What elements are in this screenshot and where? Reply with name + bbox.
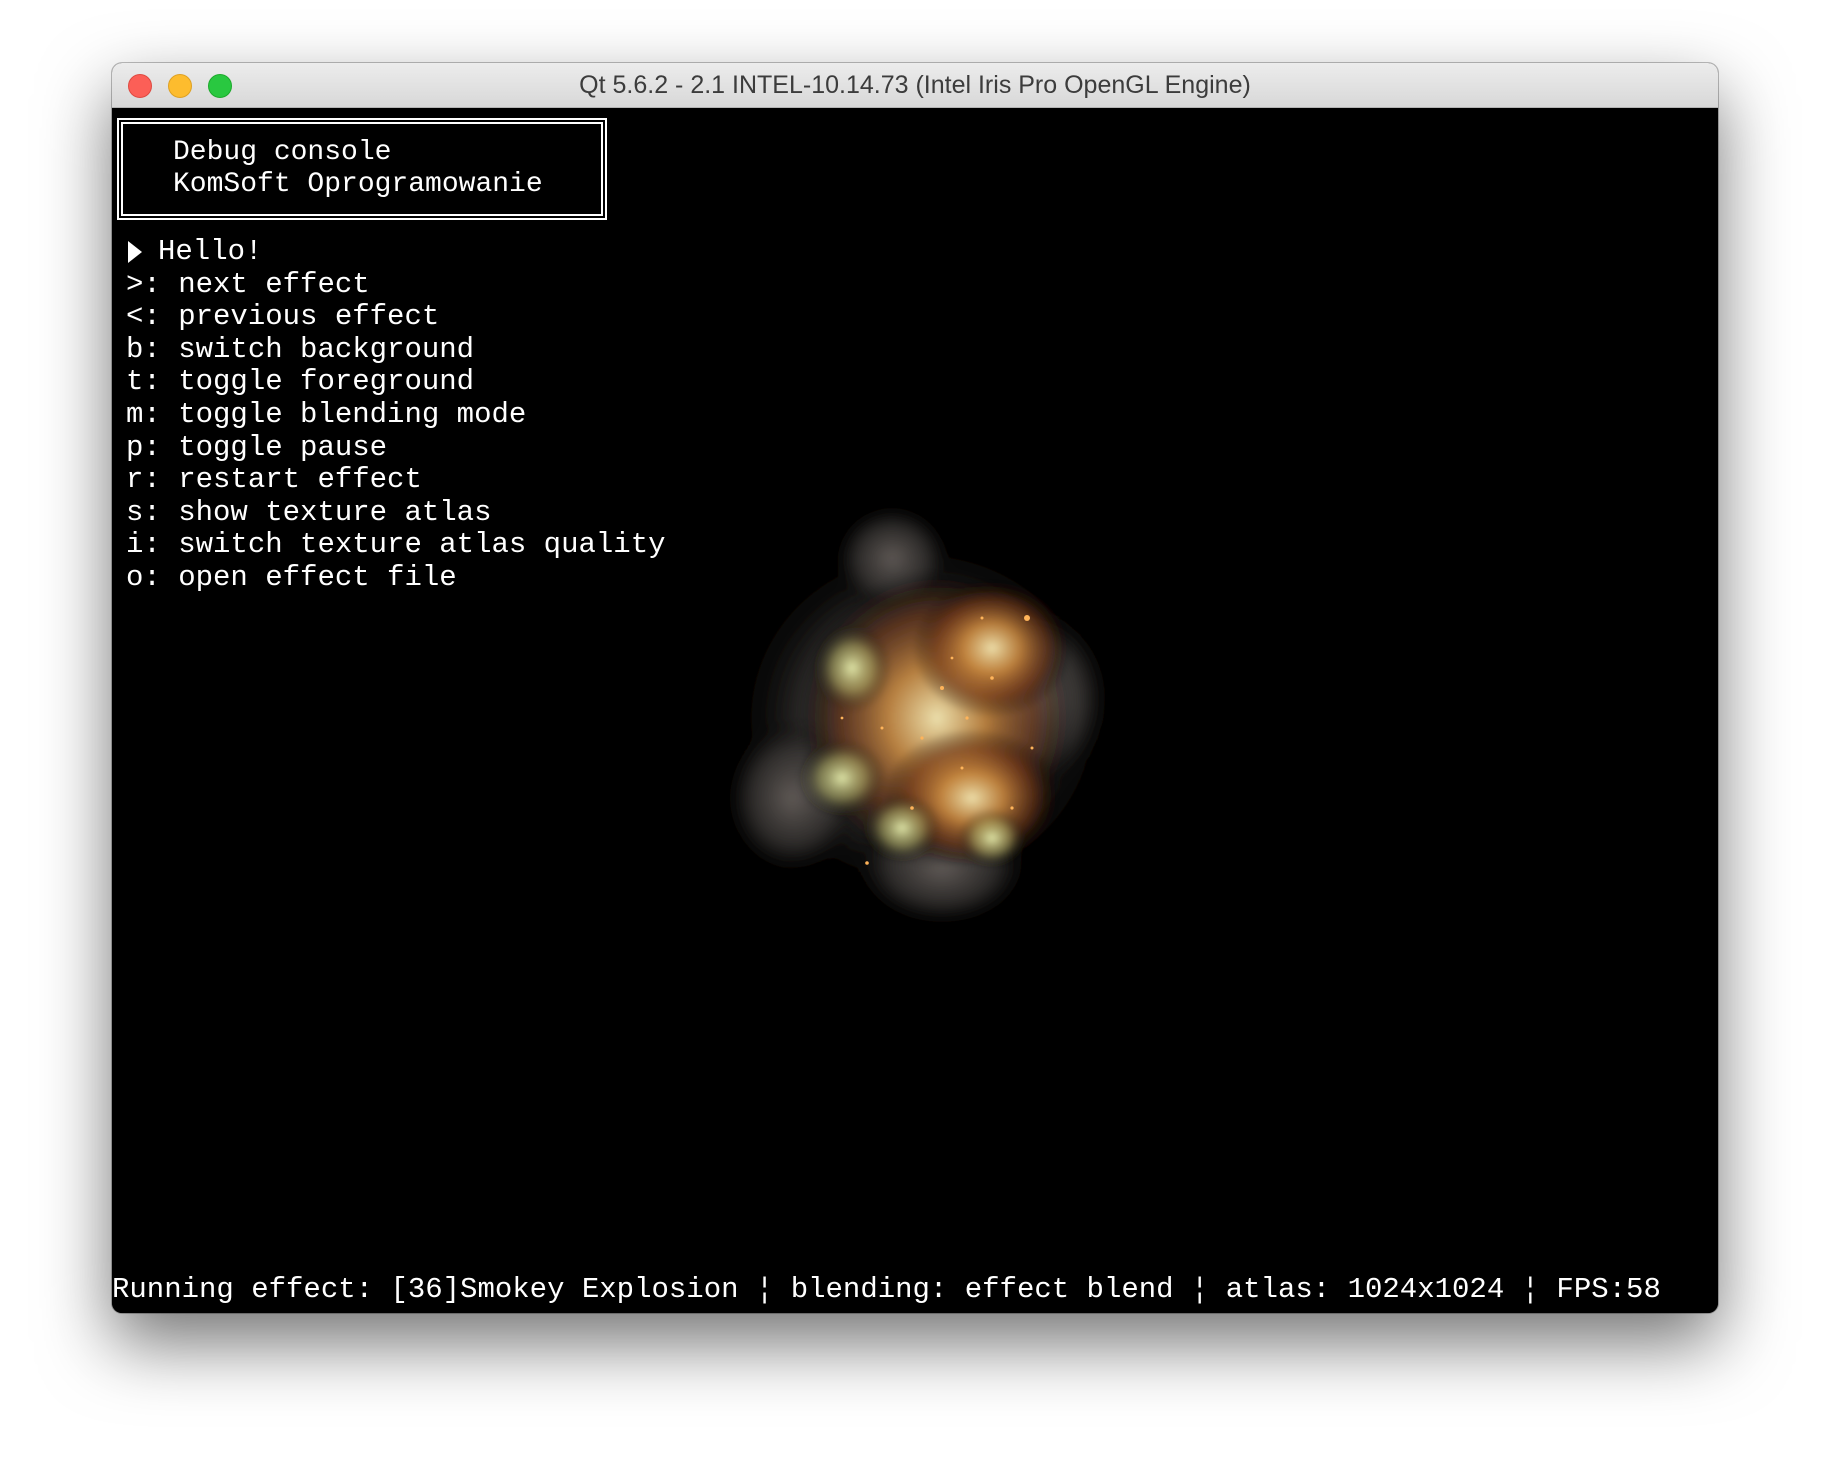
status-bar: Running effect: [36]Smokey Explosion ¦ b… bbox=[112, 1273, 1661, 1306]
action-label: show texture atlas bbox=[178, 495, 492, 529]
title-bar[interactable]: Qt 5.6.2 - 2.1 INTEL-10.14.73 (Intel Iri… bbox=[112, 63, 1718, 108]
key-label: i: bbox=[126, 528, 161, 562]
action-label: open effect file bbox=[178, 560, 457, 594]
key-label: s: bbox=[126, 495, 161, 529]
list-item: >: next effect bbox=[126, 267, 666, 302]
key-label: p: bbox=[126, 430, 161, 464]
action-label: toggle blending mode bbox=[178, 397, 527, 431]
action-label: next effect bbox=[178, 267, 370, 301]
list-item: t: toggle foreground bbox=[126, 366, 666, 399]
maximize-button[interactable] bbox=[208, 74, 232, 98]
list-item: i: switch texture atlas quality bbox=[126, 529, 666, 562]
list-item: o: open effect file bbox=[126, 560, 666, 595]
key-label: >: bbox=[126, 267, 161, 301]
list-item: <: previous effect bbox=[126, 300, 666, 334]
smoke-explosion-effect bbox=[722, 503, 1122, 928]
key-label: <: bbox=[126, 300, 161, 334]
action-label: previous effect bbox=[178, 300, 440, 334]
action-label: toggle foreground bbox=[178, 365, 475, 399]
debug-console-header: Debug console KomSoft Oprogramowanie bbox=[117, 118, 607, 220]
key-label: r: bbox=[126, 463, 161, 497]
play-arrow-icon bbox=[128, 241, 142, 264]
greeting-row: Hello! bbox=[126, 235, 666, 269]
action-label: switch texture atlas quality bbox=[178, 528, 666, 562]
header-company: KomSoft Oprogramowanie bbox=[173, 169, 543, 200]
key-label: m: bbox=[126, 397, 161, 431]
key-label: t: bbox=[126, 365, 161, 399]
minimize-button[interactable] bbox=[168, 74, 192, 98]
list-item: b: switch background bbox=[126, 332, 666, 367]
greeting-text: Hello! bbox=[158, 235, 263, 268]
list-item: m: toggle blending mode bbox=[126, 397, 666, 432]
key-label: b: bbox=[126, 332, 161, 366]
list-item: p: toggle pause bbox=[126, 430, 666, 465]
render-viewport[interactable]: Debug console KomSoft Oprogramowanie Hel… bbox=[112, 108, 1718, 1313]
window-title: Qt 5.6.2 - 2.1 INTEL-10.14.73 (Intel Iri… bbox=[579, 71, 1251, 99]
list-item: r: restart effect bbox=[126, 463, 666, 497]
header-title: Debug console bbox=[173, 137, 392, 168]
action-label: restart effect bbox=[178, 463, 422, 497]
key-help-list: Hello! >: next effect <: previous effect… bbox=[126, 235, 666, 595]
action-label: toggle pause bbox=[178, 430, 388, 464]
close-button[interactable] bbox=[128, 74, 152, 98]
list-item: s: show texture atlas bbox=[126, 495, 666, 530]
key-label: o: bbox=[126, 560, 161, 594]
action-label: switch background bbox=[178, 332, 475, 366]
app-window: Qt 5.6.2 - 2.1 INTEL-10.14.73 (Intel Iri… bbox=[112, 63, 1718, 1313]
